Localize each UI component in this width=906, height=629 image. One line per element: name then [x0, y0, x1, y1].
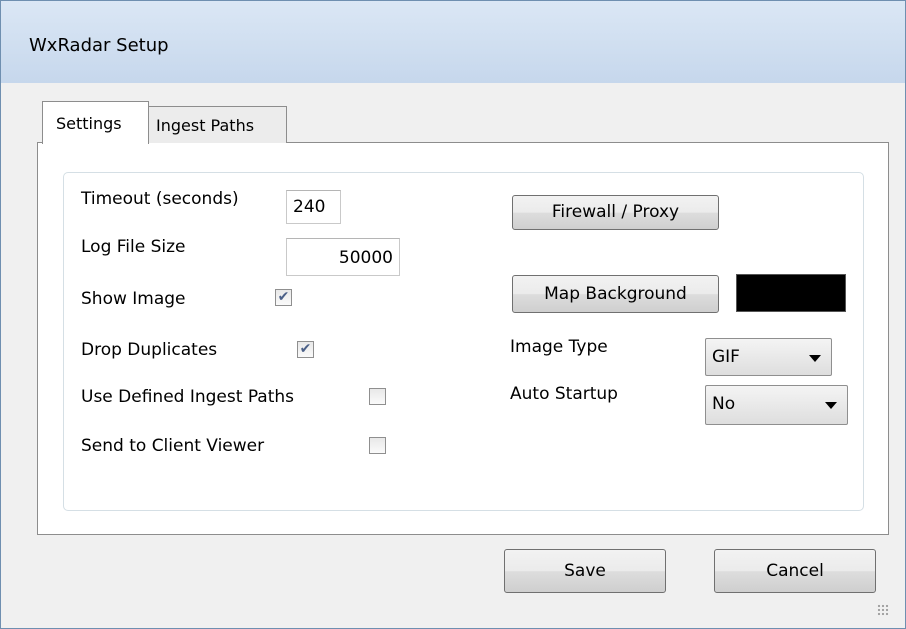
- cancel-button[interactable]: Cancel: [714, 549, 876, 593]
- timeout-label: Timeout (seconds): [81, 189, 239, 209]
- image-type-value: GIF: [712, 347, 740, 367]
- auto-startup-select[interactable]: No: [705, 385, 848, 425]
- use-defined-ingest-paths-checkbox[interactable]: [369, 388, 386, 405]
- tab-settings-label: Settings: [56, 114, 122, 133]
- use-defined-ingest-paths-label: Use Defined Ingest Paths: [81, 387, 295, 407]
- drop-duplicates-checkbox[interactable]: ✔: [297, 341, 314, 358]
- send-to-client-viewer-checkbox[interactable]: [369, 437, 386, 454]
- timeout-input[interactable]: 240: [286, 190, 341, 224]
- setup-window: WxRadar Setup Settings Ingest Paths Time…: [0, 0, 906, 629]
- log-file-size-label: Log File Size: [81, 237, 186, 257]
- settings-tab-panel: Timeout (seconds) 240 Log File Size 5000…: [37, 142, 889, 535]
- window-client-area: Settings Ingest Paths Timeout (seconds) …: [9, 83, 897, 622]
- show-image-checkbox[interactable]: ✔: [275, 289, 292, 306]
- show-image-label: Show Image: [81, 289, 186, 309]
- check-icon: ✔: [299, 341, 312, 357]
- log-file-size-input[interactable]: 50000: [286, 238, 400, 276]
- map-background-color-swatch[interactable]: [736, 274, 846, 312]
- auto-startup-value: No: [712, 394, 736, 414]
- send-to-client-viewer-label: Send to Client Viewer: [81, 436, 265, 456]
- check-icon: ✔: [277, 289, 290, 305]
- image-type-label: Image Type: [510, 337, 608, 357]
- map-background-button[interactable]: Map Background: [512, 275, 719, 313]
- window-title: WxRadar Setup: [29, 35, 169, 56]
- firewall-proxy-button[interactable]: Firewall / Proxy: [512, 195, 719, 230]
- title-bar[interactable]: WxRadar Setup: [1, 1, 905, 83]
- tab-settings[interactable]: Settings: [42, 101, 149, 144]
- tab-ingest-paths[interactable]: Ingest Paths: [148, 106, 287, 143]
- auto-startup-label: Auto Startup: [510, 384, 618, 404]
- settings-group: Timeout (seconds) 240 Log File Size 5000…: [63, 172, 864, 511]
- drop-duplicates-label: Drop Duplicates: [81, 340, 218, 360]
- chevron-down-icon: [825, 402, 837, 409]
- tab-ingest-paths-label: Ingest Paths: [156, 116, 255, 135]
- image-type-select[interactable]: GIF: [705, 338, 832, 376]
- save-button[interactable]: Save: [504, 549, 666, 593]
- chevron-down-icon: [809, 355, 821, 362]
- resize-grip-icon[interactable]: [877, 604, 889, 616]
